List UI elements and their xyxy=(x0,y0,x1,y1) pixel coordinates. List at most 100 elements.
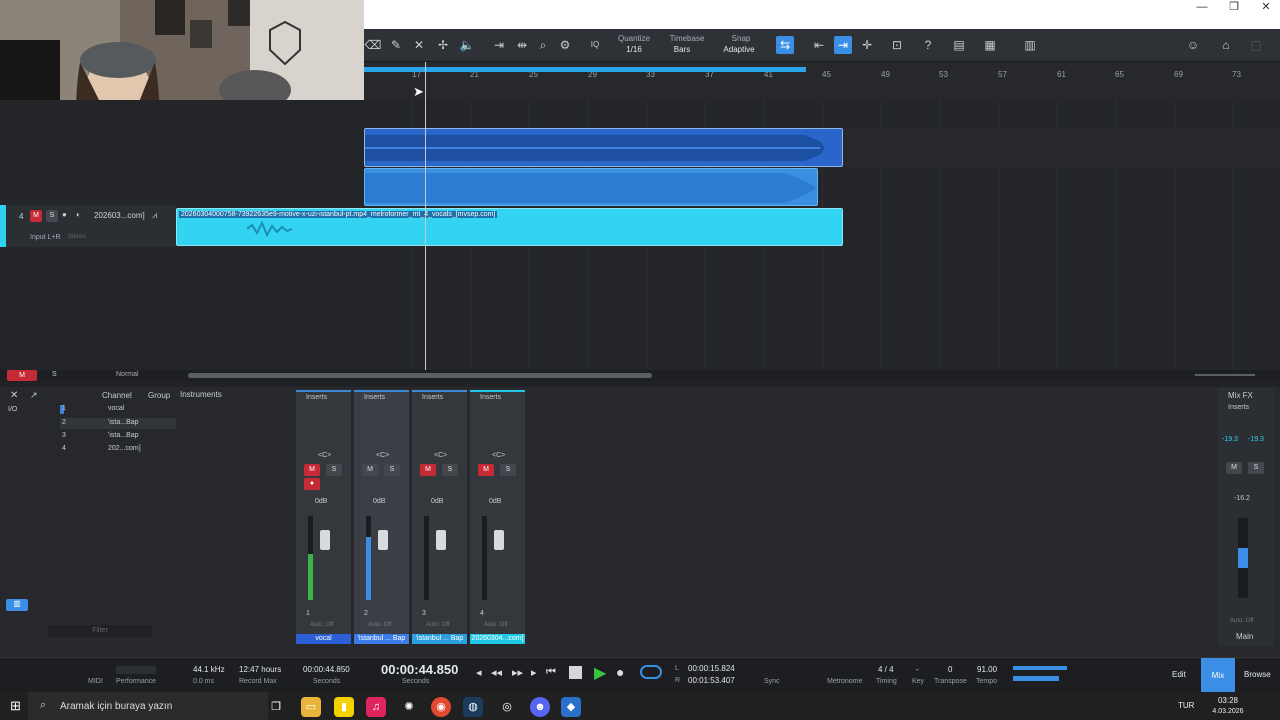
video-icon[interactable]: ▤ xyxy=(950,36,968,54)
inserts-label[interactable]: Inserts xyxy=(422,394,443,401)
zoom-tool-icon[interactable]: ⌕ xyxy=(534,36,552,54)
auto-scroll-icon[interactable]: ⇤ xyxy=(810,36,828,54)
tab-instruments[interactable]: Instruments xyxy=(180,390,222,399)
key-value[interactable]: - xyxy=(916,665,919,674)
filter-input[interactable]: Filter xyxy=(48,625,152,637)
pan-value[interactable]: <C> xyxy=(434,452,447,459)
strip-name[interactable]: vocal xyxy=(296,634,351,644)
strip-name[interactable]: 20260304...com] xyxy=(470,634,525,644)
automation-mode[interactable]: Auto: Off xyxy=(426,622,450,628)
clock-date[interactable]: 4.03.2026 xyxy=(1206,708,1250,715)
track-input[interactable]: Input L+R xyxy=(30,234,61,241)
channel-item-name[interactable]: vocal xyxy=(108,405,124,412)
main-solo-button[interactable]: S xyxy=(1248,462,1264,474)
strip-name[interactable]: 'istanbul ... Bap xyxy=(412,634,467,644)
sync-label[interactable]: Sync xyxy=(764,678,780,685)
return-start-icon[interactable]: ⏮ xyxy=(546,666,556,679)
audio-clip-1[interactable] xyxy=(364,128,843,167)
channel-item-name[interactable]: 'ista...Bap xyxy=(108,432,139,439)
monitor-icon[interactable]: ◐ xyxy=(76,210,81,219)
io-label[interactable]: I/O xyxy=(8,406,17,413)
automation-icon[interactable]: ⩘ xyxy=(152,210,157,221)
edit-view-button[interactable]: Edit xyxy=(1172,670,1186,679)
studio-one-icon[interactable]: ◆ xyxy=(561,697,581,717)
tempo-value[interactable]: 91.00 xyxy=(977,665,997,674)
record-button[interactable]: ● xyxy=(304,478,320,490)
language-indicator[interactable]: TUR xyxy=(1178,701,1194,710)
global-solo-button[interactable]: S xyxy=(52,371,57,378)
mute-button[interactable]: M xyxy=(362,464,378,476)
inserts-label[interactable]: Inserts xyxy=(306,394,327,401)
timebase-select[interactable]: Bars xyxy=(657,45,707,54)
automation-mode[interactable]: Auto: Off xyxy=(1230,618,1254,624)
pan-value[interactable]: <C> xyxy=(492,452,505,459)
split-tool-icon[interactable]: ⇥ xyxy=(490,36,508,54)
bend-tool-icon[interactable]: ✢ xyxy=(434,36,452,54)
loop-end[interactable]: 00:01:53.407 xyxy=(688,676,735,685)
follow-icon[interactable]: ⇥ xyxy=(834,36,852,54)
pan-value[interactable]: <C> xyxy=(318,452,331,459)
performance-label[interactable]: Performance xyxy=(116,678,156,685)
stop-icon[interactable] xyxy=(569,666,582,679)
help-icon[interactable]: ? xyxy=(919,36,937,54)
inserts-label[interactable]: Inserts xyxy=(364,394,385,401)
mute-button[interactable]: M xyxy=(420,464,436,476)
loop-start[interactable]: 00:00:15.824 xyxy=(688,664,735,673)
chatgpt-icon[interactable]: ✺ xyxy=(399,697,419,717)
search-box[interactable]: ⌕ Aramak için buraya yazın xyxy=(28,692,268,720)
zoom-slider[interactable] xyxy=(1195,374,1255,376)
play-icon[interactable]: ▶ xyxy=(594,663,606,683)
automation-mode[interactable]: Auto: Off xyxy=(484,622,508,628)
channel-item-name[interactable]: 202...com] xyxy=(108,445,141,452)
primary-time[interactable]: 00:00:44.850 xyxy=(381,662,458,677)
close-icon[interactable]: ✕ xyxy=(10,390,18,401)
automation-mode[interactable]: Auto: Off xyxy=(368,622,392,628)
browse-view-button[interactable]: Browse xyxy=(1244,670,1271,679)
chrome-icon[interactable]: ◉ xyxy=(431,697,451,717)
track-mute-button[interactable]: M xyxy=(30,210,42,222)
solo-button[interactable]: S xyxy=(326,464,342,476)
automation-mode[interactable]: Auto: Off xyxy=(310,622,334,628)
notes-app-icon[interactable]: ▮ xyxy=(334,697,354,717)
secondary-time-unit[interactable]: Seconds xyxy=(313,678,340,685)
record-arm-icon[interactable]: ● xyxy=(62,210,67,219)
eraser-tool-icon[interactable]: ⌫ xyxy=(364,36,382,54)
solo-button[interactable]: S xyxy=(442,464,458,476)
mute-tool-icon[interactable]: ✕ xyxy=(410,36,428,54)
volume-fader[interactable] xyxy=(320,530,330,550)
strip-name[interactable]: 'istanbul ... Bap xyxy=(354,634,409,644)
audio-clip-2[interactable] xyxy=(364,168,818,206)
solo-button[interactable]: S xyxy=(384,464,400,476)
mute-button[interactable]: M xyxy=(304,464,320,476)
horizontal-scrollbar[interactable] xyxy=(188,373,652,378)
inserts-label[interactable]: Inserts xyxy=(1228,404,1249,411)
tab-channel[interactable]: Channel xyxy=(102,391,132,400)
obs-icon[interactable]: ◎ xyxy=(497,697,517,717)
track-name[interactable]: 202603...com] xyxy=(94,211,145,220)
forward-end-icon[interactable]: ▸ xyxy=(531,666,537,679)
iq-button[interactable]: IQ xyxy=(586,36,604,54)
secondary-time[interactable]: 00:00:44.850 xyxy=(303,665,350,674)
volume-fader[interactable] xyxy=(436,530,446,550)
windows-start-icon[interactable]: ⊞ xyxy=(10,698,21,714)
cloud-icon[interactable]: ▢ xyxy=(1247,36,1265,54)
main-mute-button[interactable]: M xyxy=(1226,462,1242,474)
playhead[interactable] xyxy=(425,62,426,370)
track-solo-button[interactable]: S xyxy=(46,210,58,222)
capture-icon[interactable]: ⊡ xyxy=(888,36,906,54)
minimize-button[interactable]: — xyxy=(1186,0,1218,20)
snap-select[interactable]: Adaptive xyxy=(714,45,764,54)
loop-icon[interactable] xyxy=(640,665,662,679)
forward-icon[interactable]: ▸▸ xyxy=(512,666,523,679)
rewind-start-icon[interactable]: ◂ xyxy=(476,666,482,679)
grid-view-icon[interactable]: ▦ xyxy=(981,36,999,54)
global-mute-button[interactable]: M xyxy=(7,370,37,381)
pencil-tool-icon[interactable]: ✎ xyxy=(387,36,405,54)
tab-group[interactable]: Group xyxy=(148,391,170,400)
mode-select[interactable]: Normal xyxy=(116,371,139,378)
time-signature[interactable]: 4 / 4 xyxy=(878,665,894,674)
primary-time-unit[interactable]: Seconds xyxy=(402,678,429,685)
mix-fx-label[interactable]: Mix FX xyxy=(1228,391,1253,400)
expand-icon[interactable]: ↗ xyxy=(30,390,38,401)
pan-value[interactable]: <C> xyxy=(376,452,389,459)
